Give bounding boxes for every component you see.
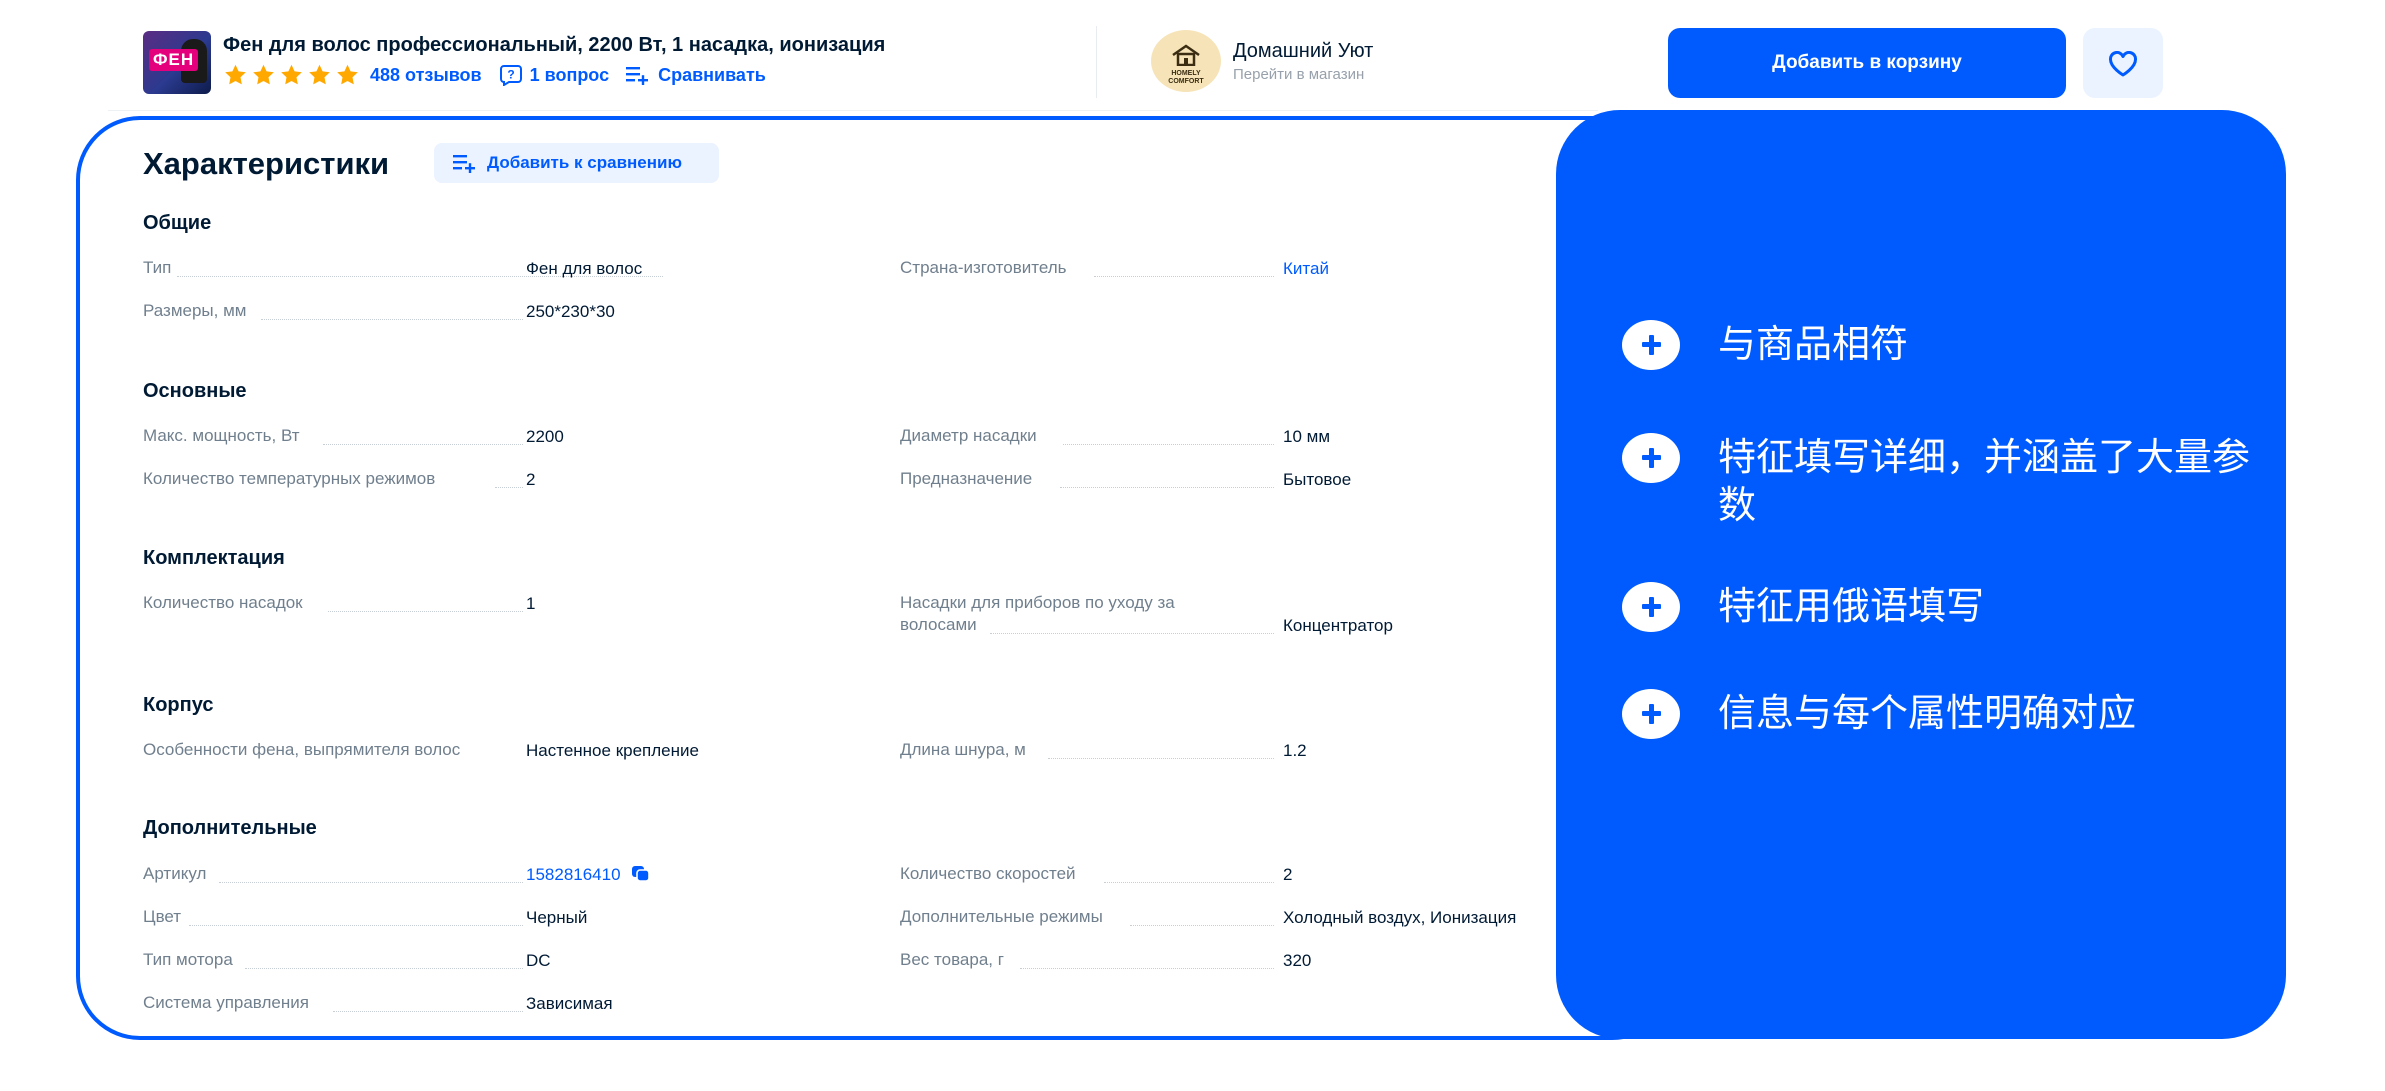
store-logo[interactable]: HOMELY COMFORT [1151,30,1221,92]
star-icon [309,64,330,85]
product-thumbnail[interactable]: ФЕН [143,31,211,94]
plus-icon [1622,582,1680,632]
spec-label: Количество температурных режимов [143,469,436,488]
house-icon [1172,44,1200,66]
spec-row-attachments-type: Насадки для приборов по уходу за волосам… [900,593,1600,638]
star-icon [337,64,358,85]
spec-value: 2 [1283,865,1293,884]
add-to-compare-button[interactable]: Добавить к сравнению [434,143,719,183]
spec-row-size: Размеры, мм 250*230*30 [143,300,723,324]
star-icon [253,64,274,85]
spec-value: Холодный воздух, Ионизация [1283,908,1517,927]
favorite-button[interactable] [2083,28,2163,98]
spec-row-features: Особенности фена, выпрямителя волос Наст… [143,739,723,763]
questions-link[interactable]: 1 вопрос [530,65,609,86]
spec-value: 10 мм [1283,427,1331,446]
compare-icon [453,155,475,173]
spec-row-diameter: Диаметр насадки 10 мм [900,425,1600,449]
store-name[interactable]: Домашний Уют [1233,40,1373,63]
spec-row-cord: Длина шнура, м 1.2 [900,739,1600,763]
callout-point-text: 特征用俄语填写 [1718,584,1985,628]
svg-text:?: ? [507,68,514,82]
spec-label: Особенности фена, выпрямителя волос [143,740,461,759]
spec-row-weight: Вес товара, г 320 [900,949,1600,973]
spec-row-color: Цвет Черный [143,906,723,930]
section-title-main: Основные [143,380,247,402]
product-title: Фен для волос профессиональный, 2200 Вт,… [223,34,886,56]
spec-row-power: Макс. мощность, Вт 2200 [143,425,723,449]
country-link[interactable]: Китай [1283,259,1329,279]
spec-row-type: Тип Фен для волос [143,257,723,281]
section-title-kit: Комплектация [143,547,285,569]
spec-value: Фен для волос [526,259,643,278]
spec-row-purpose: Предназначение Бытовое [900,468,1600,492]
spec-row-control: Система управления Зависимая [143,992,723,1016]
spec-value: 1.2 [1283,741,1307,760]
header-separator [108,110,1598,111]
question-icon: ? [499,65,522,86]
spec-value: 1 [526,594,536,613]
characteristics-title: Характеристики [143,146,390,181]
section-title-general: Общие [143,212,212,234]
plus-icon [1622,689,1680,739]
spec-value: 2 [526,470,536,489]
characteristics-panel [76,116,1676,1040]
callout-point-text: 信息与每个属性明确对应 [1718,691,2137,735]
spec-row-attachments-count: Количество насадок 1 [143,592,723,616]
store-logo-text: HOMELY COMFORT [1168,70,1204,85]
copy-icon[interactable] [631,865,651,883]
callout-point-text: 与商品相符 [1718,322,1909,366]
star-icon [225,64,246,85]
plus-icon [1622,320,1680,370]
sku-value[interactable]: 1582816410 [526,865,651,885]
spec-value: Бытовое [1283,470,1352,489]
spec-label: Насадки для приборов по уходу за волосам… [900,593,1175,634]
add-to-cart-button[interactable]: Добавить в корзину [1668,28,2066,98]
callout-point-text: 特征填写详细，并涵盖了大量参数 [1718,435,2251,527]
compare-icon [626,67,649,85]
spec-row-modes: Дополнительные режимы Холодный воздух, И… [900,906,1600,930]
spec-row-country: Страна-изготовитель Китай [900,257,1600,281]
compare-link[interactable]: Сравнивать [658,65,766,86]
spec-value: Настенное крепление [526,741,699,760]
spec-value: Зависимая [526,994,613,1013]
section-title-body: Корпус [143,694,214,716]
plus-icon [1622,433,1680,483]
product-meta: 488 отзывов ? 1 вопрос Сравнивать [223,62,766,88]
rating-stars[interactable] [223,63,360,87]
spec-row-temperature: Количество температурных режимов 2 [143,468,723,492]
section-title-extra: Дополнительные [143,817,317,839]
spec-value: 320 [1283,951,1312,970]
annotation-callout [1556,110,2286,1039]
spec-row-motor: Тип мотора DC [143,949,723,973]
spec-row-sku: Артикул 1582816410 [143,863,723,887]
star-icon [281,64,302,85]
store-link[interactable]: Перейти в магазин [1233,66,1364,83]
spec-value: Концентратор [1283,616,1393,635]
spec-value: DC [526,951,551,970]
spec-row-speeds: Количество скоростей 2 [900,863,1600,887]
product-header: ФЕН Фен для волос профессиональный, 2200… [0,0,2385,110]
reviews-link[interactable]: 488 отзывов [370,65,482,86]
thumbnail-label: ФЕН [149,49,199,71]
spec-value: 2200 [526,427,564,446]
spec-value: 250*230*30 [526,302,615,321]
spec-value: Черный [526,908,588,927]
heart-icon [2109,51,2137,77]
header-divider [1096,26,1097,98]
